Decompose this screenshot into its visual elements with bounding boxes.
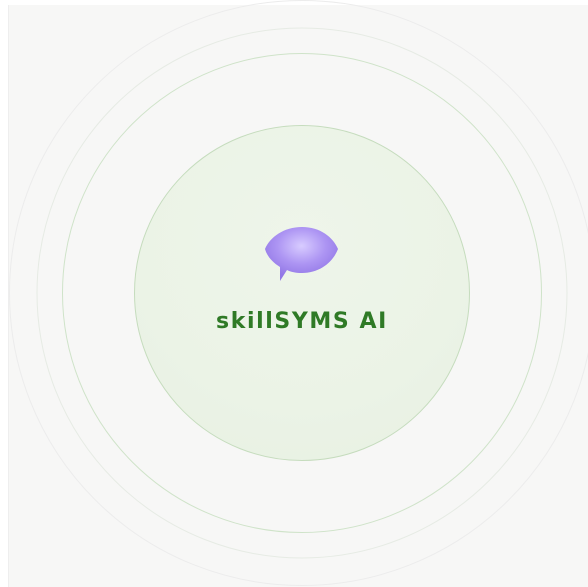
brand-name: skillSYMS AI: [216, 309, 388, 334]
logo-block: skillSYMS AI: [172, 223, 432, 363]
splash-screen: skillSYMS AI: [0, 0, 588, 587]
speech-bubble-icon: [265, 227, 338, 281]
